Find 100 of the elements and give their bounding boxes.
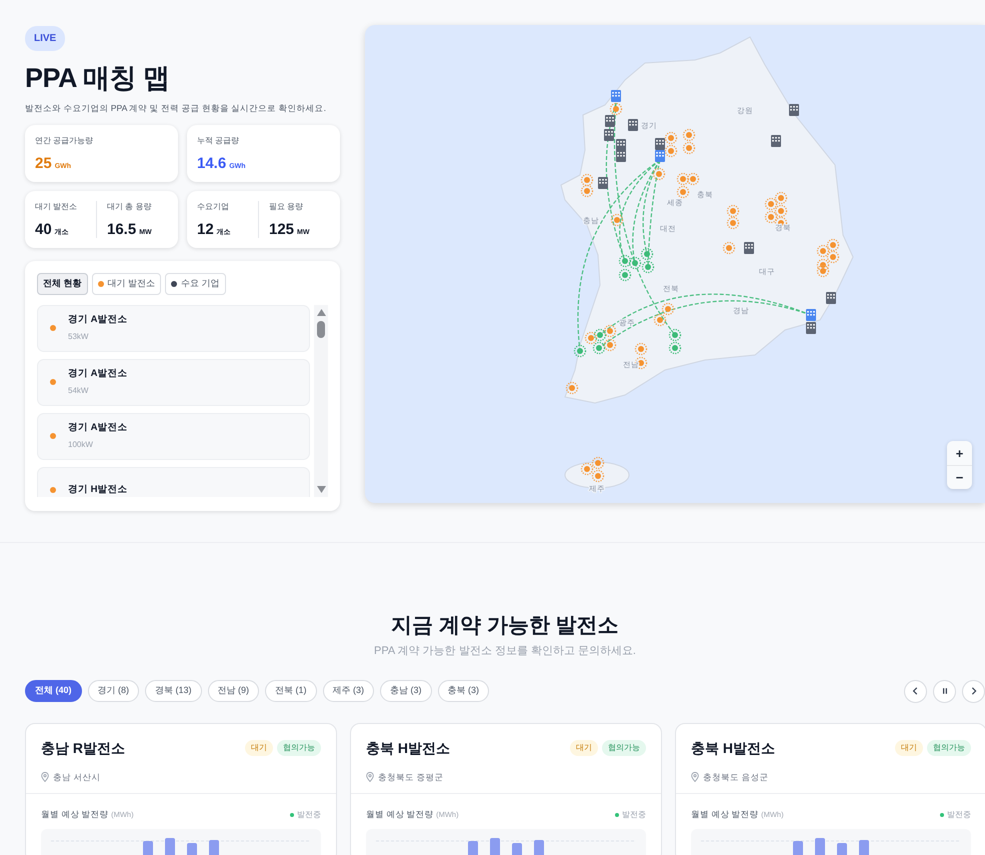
matched-plant-icon[interactable] <box>668 342 682 354</box>
solar-plant-icon[interactable] <box>580 174 594 186</box>
matched-plant-icon[interactable] <box>668 328 682 342</box>
matched-plant-icon[interactable] <box>640 248 654 260</box>
building-icon[interactable] <box>806 309 816 321</box>
solar-plant-icon[interactable] <box>682 142 696 154</box>
plant-list-item[interactable]: 경기 A발전소 54kW <box>37 358 310 406</box>
solar-plant-icon[interactable] <box>592 456 604 470</box>
plant-name: 경기 A발전소 <box>68 367 128 382</box>
region-filter-tab[interactable]: 전남 (9) <box>208 680 260 702</box>
stat-value: 125 <box>269 221 294 238</box>
solar-plant-icon[interactable] <box>686 172 700 186</box>
region-filter-tab[interactable]: 경기 (8) <box>88 680 140 702</box>
building-icon[interactable] <box>789 104 799 116</box>
solar-plant-icon[interactable] <box>682 128 696 142</box>
solar-plant-icon[interactable] <box>764 198 778 210</box>
chevron-right-icon <box>970 686 978 696</box>
solar-plant-icon[interactable] <box>774 192 788 204</box>
solar-plant-icon[interactable] <box>726 204 740 218</box>
solar-plant-icon[interactable] <box>610 214 624 226</box>
region-filter-tab[interactable]: 제주 (3) <box>322 680 374 702</box>
building-icon[interactable] <box>628 119 638 131</box>
solar-plant-icon[interactable] <box>764 210 778 224</box>
building-icon[interactable] <box>826 292 836 304</box>
building-icon[interactable] <box>655 138 665 150</box>
solar-plant-icon[interactable] <box>566 382 578 394</box>
solar-plant-icon[interactable] <box>816 244 830 258</box>
stat-value: 14.6 <box>197 155 226 172</box>
solar-plant-icon[interactable] <box>664 144 678 158</box>
matched-plant-icon[interactable] <box>618 268 632 282</box>
region-filter-tab[interactable]: 충북 (3) <box>438 680 490 702</box>
building-icon[interactable] <box>611 90 621 102</box>
matched-plant-icon[interactable] <box>592 342 606 354</box>
region-filter-tab[interactable]: 전체 (40) <box>25 680 82 702</box>
pause-button[interactable] <box>933 680 956 703</box>
status-dot <box>940 812 944 817</box>
building-icon[interactable] <box>604 129 614 141</box>
matched-plant-icon[interactable] <box>628 256 642 270</box>
solar-plant-icon[interactable] <box>580 462 594 476</box>
status-tag: 대기 <box>895 740 923 756</box>
solar-plant-icon[interactable] <box>592 470 604 482</box>
plant-location: 충남 서산시 <box>53 770 100 784</box>
operating-status: 발전중 <box>297 808 321 821</box>
next-button[interactable] <box>962 680 985 703</box>
operating-status: 발전중 <box>947 808 971 821</box>
solar-plant-icon[interactable] <box>654 314 666 326</box>
building-icon[interactable] <box>605 115 615 127</box>
plant-list-item[interactable]: 경기 A발전소 53kW <box>37 304 310 352</box>
solar-plant-icon[interactable] <box>676 186 690 198</box>
solar-plant-icon[interactable] <box>722 242 736 254</box>
solar-plant-icon[interactable] <box>774 204 788 218</box>
building-icon[interactable] <box>806 322 816 334</box>
solar-plant-icon[interactable] <box>634 342 648 356</box>
plant-capacity: 100kW <box>68 439 94 452</box>
filter-tab[interactable]: 대기 발전소 <box>92 273 162 295</box>
building-icon[interactable] <box>744 242 754 254</box>
filter-tab[interactable]: 수요 기업 <box>165 273 226 295</box>
building-icon[interactable] <box>655 150 665 162</box>
solar-plant-icon[interactable] <box>604 324 616 338</box>
solar-plant-icon[interactable] <box>584 332 598 344</box>
solar-plant-icon[interactable] <box>816 258 830 272</box>
plant-name: 경기 A발전소 <box>68 313 128 328</box>
status-tag: 협의가능 <box>277 740 321 756</box>
region-filter-tab[interactable]: 전북 (1) <box>265 680 317 702</box>
solar-plant-icon[interactable] <box>662 302 674 316</box>
building-icon[interactable] <box>771 135 781 147</box>
region-filter-tab[interactable]: 경북 (13) <box>145 680 202 702</box>
scroll-up-icon[interactable] <box>316 308 326 316</box>
solar-plant-icon[interactable] <box>816 264 830 278</box>
building-icon[interactable] <box>598 177 608 189</box>
building-icon[interactable] <box>616 150 626 162</box>
solar-plant-icon[interactable] <box>726 216 740 230</box>
stat-value: 12 <box>197 221 214 238</box>
matched-plant-icon[interactable] <box>642 260 654 274</box>
solar-plant-icon[interactable] <box>826 238 840 252</box>
location-pin-icon <box>691 772 699 782</box>
solar-plant-icon[interactable] <box>604 338 616 352</box>
region-filter-tab[interactable]: 충남 (3) <box>380 680 432 702</box>
solar-plant-icon[interactable] <box>652 168 666 180</box>
plant-list-item[interactable]: 경기 H발전소 <box>37 466 310 497</box>
solar-plant-icon[interactable] <box>580 184 594 198</box>
plant-list-item[interactable]: 경기 A발전소 100kW <box>37 412 310 460</box>
plant-location: 충청북도 음성군 <box>703 770 768 784</box>
scroll-thumb[interactable] <box>317 320 325 338</box>
location-pin-icon <box>366 772 374 782</box>
page-subtitle: 발전소와 수요기업의 PPA 계약 및 전력 공급 현황을 실시간으로 확인하세요. <box>25 102 327 116</box>
matched-plant-icon[interactable] <box>618 254 632 268</box>
scroll-down-icon[interactable] <box>316 486 326 493</box>
building-icon[interactable] <box>616 139 626 151</box>
filter-tab[interactable]: 전체 현황 <box>37 273 88 295</box>
previous-button[interactable] <box>904 680 927 703</box>
status-tag: 협의가능 <box>602 740 646 756</box>
zoom-in-button[interactable]: + <box>947 441 972 465</box>
location-pin-icon <box>41 772 49 782</box>
solar-plant-icon[interactable] <box>676 172 690 186</box>
scrollbar[interactable] <box>314 304 328 497</box>
zoom-out-button[interactable]: − <box>947 465 972 489</box>
solar-plant-icon[interactable] <box>826 250 840 264</box>
matched-plant-icon[interactable] <box>594 328 606 342</box>
matched-plant-icon[interactable] <box>574 344 586 358</box>
